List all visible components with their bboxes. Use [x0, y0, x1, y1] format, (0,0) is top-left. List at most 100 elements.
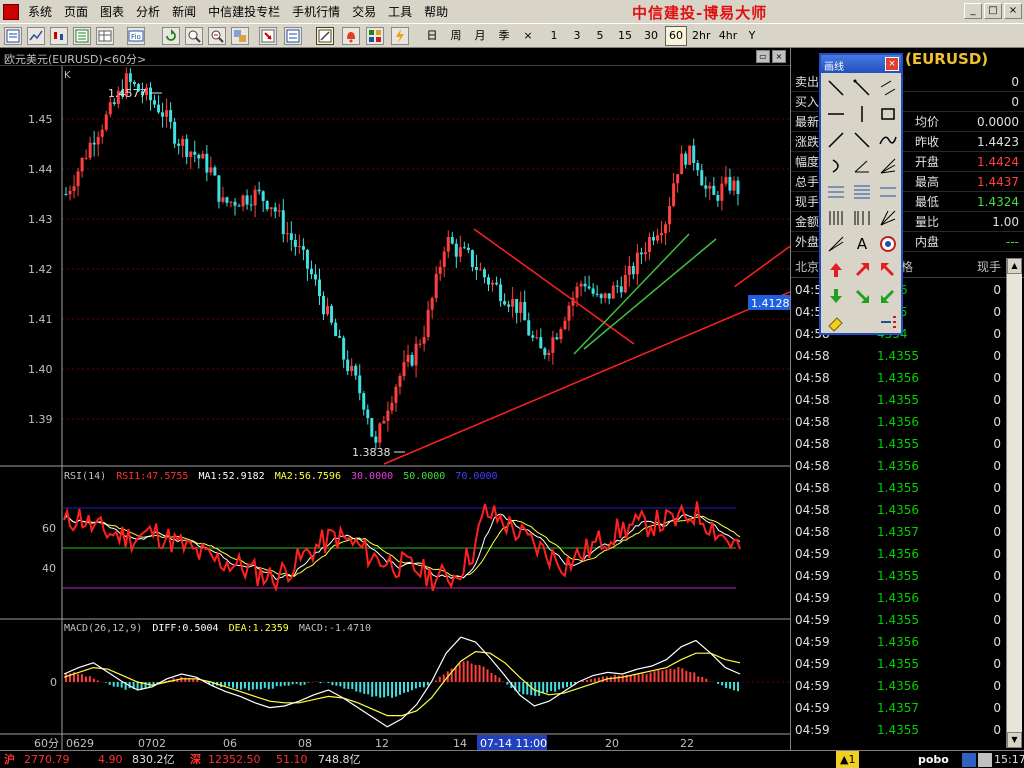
period-12[interactable]: 4hr [714, 26, 742, 46]
cycle-tool-icon[interactable] [825, 207, 847, 229]
period-0[interactable]: 日 [423, 26, 441, 46]
wheel-tool-icon[interactable] [877, 233, 899, 255]
minimize-button[interactable]: _ [964, 3, 982, 19]
period-3[interactable]: 季 [495, 26, 513, 46]
detail-icon[interactable] [73, 27, 91, 45]
tick-price: 1.4356 [877, 459, 919, 473]
delete-tool-icon[interactable] [877, 311, 899, 333]
tick-row: 04:58 1.4355 0 [791, 477, 1024, 499]
up-left-arrow-tool-icon[interactable] [877, 259, 899, 281]
line-tool-icon[interactable] [825, 77, 847, 99]
period-10[interactable]: 60 [665, 26, 687, 46]
flash-icon[interactable] [391, 27, 409, 45]
up-right-arrow-tool-icon[interactable] [851, 259, 873, 281]
down-right-arrow-tool-icon[interactable] [851, 285, 873, 307]
candle-body [704, 185, 708, 189]
close-button[interactable]: × [1004, 3, 1022, 19]
draw-tools-icon[interactable] [316, 27, 334, 45]
zoom-out-icon[interactable] [208, 27, 226, 45]
svg-text:RSI(14) RSI1:47.5755: RSI(14) RSI1:47.5755 MA1:52.9182 MA2:56.… [64, 471, 498, 482]
menu-item-8[interactable]: 工具 [382, 0, 418, 24]
up-arrow-tool-icon[interactable] [825, 259, 847, 281]
menu-item-7[interactable]: 交易 [346, 0, 382, 24]
candle-body [406, 354, 410, 363]
alert-indicator[interactable]: ▲1 [836, 751, 860, 768]
period-5[interactable]: 1 [545, 26, 563, 46]
scroll-up-button[interactable]: ▲ [1007, 258, 1022, 274]
period-1[interactable]: 周 [447, 26, 465, 46]
down-arrow-tool-icon[interactable] [825, 285, 847, 307]
candle-body [487, 277, 490, 285]
tick-qty: 0 [993, 657, 1001, 671]
gann-tool-icon[interactable] [877, 207, 899, 229]
table-icon[interactable] [96, 27, 114, 45]
price-chart[interactable]: K 1.45 1.44 1.43 1.42 1.41 1.40 1.39 1.4577 1.… [0, 66, 790, 750]
chart-restore-button[interactable]: ▭ [756, 50, 770, 63]
quote-value-2: --- [1006, 235, 1019, 249]
quote-value-2: 0 [1011, 95, 1019, 109]
menu-item-5[interactable]: 中信建投专栏 [202, 0, 286, 24]
fibo-tool-icon[interactable] [825, 181, 847, 203]
plugin-icon[interactable] [366, 27, 384, 45]
menu-item-0[interactable]: 系统 [22, 0, 58, 24]
angle-tool-icon[interactable] [851, 155, 873, 177]
candle-body [567, 305, 571, 321]
line-chart-icon[interactable] [27, 27, 45, 45]
fibo-time-tool-icon[interactable] [851, 207, 873, 229]
chart-close-button[interactable]: × [772, 50, 786, 63]
candle-body [656, 235, 659, 241]
period-7[interactable]: 5 [591, 26, 609, 46]
app-icon[interactable] [3, 4, 19, 20]
scroll-down-button[interactable]: ▼ [1007, 732, 1022, 748]
down-left-arrow-tool-icon[interactable] [877, 285, 899, 307]
kline-icon[interactable] [50, 27, 68, 45]
menu-item-4[interactable]: 新闻 [166, 0, 202, 24]
rect-tool-icon[interactable] [877, 103, 899, 125]
time-tick-label: 0629 [66, 737, 94, 750]
eraser-tool-icon[interactable] [825, 311, 847, 333]
compare-icon[interactable] [231, 27, 249, 45]
curve-tool-icon[interactable] [877, 129, 899, 151]
period-9[interactable]: 30 [640, 26, 662, 46]
speed-line-tool-icon[interactable] [825, 233, 847, 255]
quote-list-icon[interactable] [4, 27, 22, 45]
tick-time: 04:59 [795, 701, 830, 715]
price-tick-label: 1.40 [28, 363, 53, 376]
percent-tool-icon[interactable] [877, 181, 899, 203]
quote-label: 现手 [795, 195, 820, 209]
menu-item-6[interactable]: 手机行情 [286, 0, 346, 24]
alarm-bell-icon[interactable] [342, 27, 360, 45]
parallel-tool-icon[interactable] [877, 77, 899, 99]
fibo-ext-tool-icon[interactable] [851, 181, 873, 203]
zoom-in-icon[interactable] [185, 27, 203, 45]
hline-tool-icon[interactable] [825, 103, 847, 125]
menu-item-9[interactable]: 帮助 [418, 0, 454, 24]
candle-body [374, 436, 378, 443]
arrow-out-icon[interactable] [259, 27, 277, 45]
fan-tool-icon[interactable] [877, 155, 899, 177]
tick-scrollbar[interactable]: ▲ ▼ [1006, 258, 1022, 748]
refresh-icon[interactable] [162, 27, 180, 45]
svg-text:MACD(26,12,9) DIFF:0.500: MACD(26,12,9) DIFF:0.5004 DEA:1.2359 MAC… [64, 623, 371, 634]
arc-tool-icon[interactable] [825, 155, 847, 177]
text-tool-icon[interactable]: A [851, 233, 873, 255]
menu-item-2[interactable]: 图表 [94, 0, 130, 24]
menu-item-1[interactable]: 页面 [58, 0, 94, 24]
menu-item-3[interactable]: 分析 [130, 0, 166, 24]
period-13[interactable]: Y [745, 26, 759, 46]
segment-tool-icon[interactable] [825, 129, 847, 151]
candle-body [225, 197, 229, 203]
arrow-line-tool-icon[interactable] [851, 129, 873, 151]
vline-tool-icon[interactable] [851, 103, 873, 125]
period-4[interactable]: × [519, 26, 537, 46]
period-11[interactable]: 2hr [689, 26, 714, 46]
export-icon[interactable] [284, 27, 302, 45]
period-2[interactable]: 月 [471, 26, 489, 46]
ray-tool-icon[interactable] [851, 77, 873, 99]
period-8[interactable]: 15 [614, 26, 636, 46]
period-6[interactable]: 3 [568, 26, 586, 46]
palette-close-button[interactable]: × [885, 57, 899, 71]
candle-body [96, 136, 100, 145]
fio-icon[interactable]: Fio [127, 27, 145, 45]
maximize-button[interactable]: □ [984, 3, 1002, 19]
